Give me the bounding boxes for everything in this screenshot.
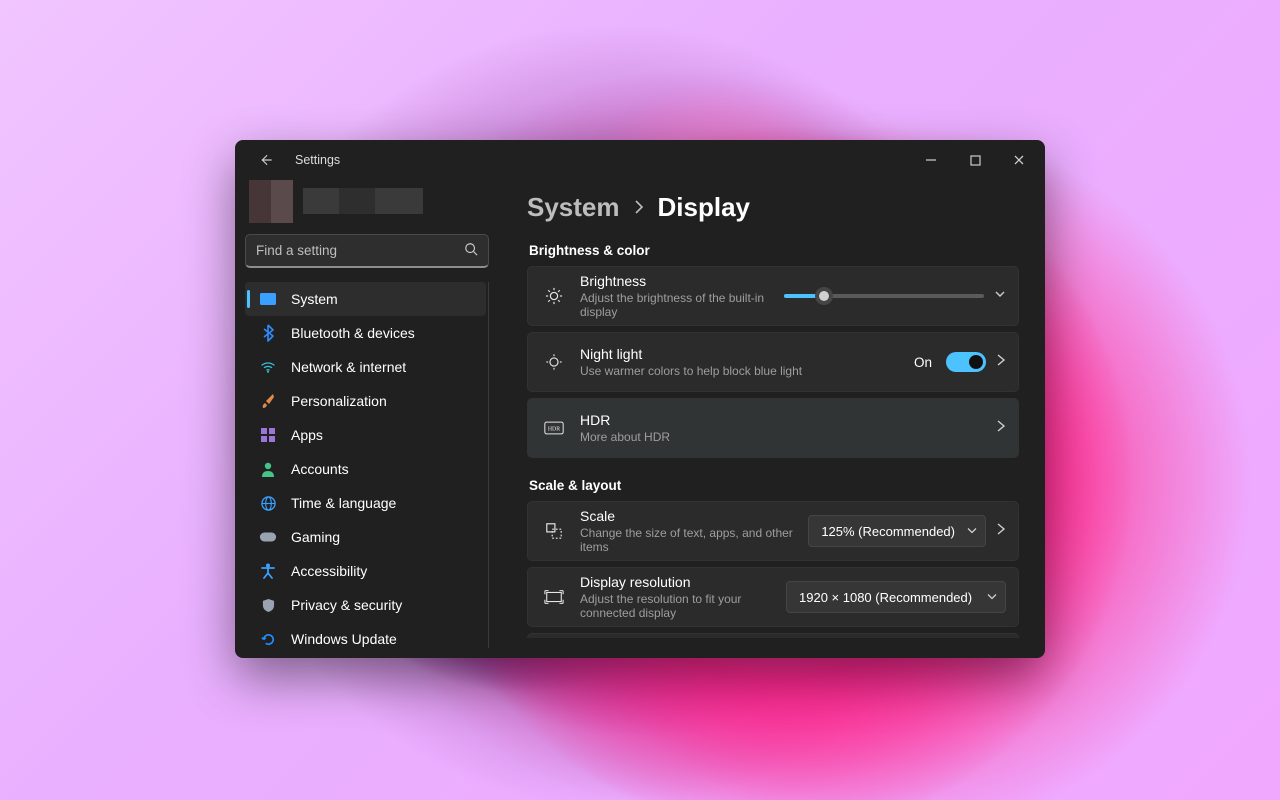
sidebar-item-label: Network & internet bbox=[291, 359, 406, 375]
sidebar-item-accounts[interactable]: Accounts bbox=[245, 452, 486, 486]
row-night-light[interactable]: Night light Use warmer colors to help bl… bbox=[527, 332, 1019, 392]
sidebar-item-privacy-security[interactable]: Privacy & security bbox=[245, 588, 486, 622]
search-icon bbox=[464, 242, 478, 259]
chevron-down-icon bbox=[987, 590, 997, 605]
row-title: Night light bbox=[580, 346, 900, 362]
row-title: Brightness bbox=[580, 273, 770, 289]
chevron-right-icon[interactable] bbox=[996, 419, 1006, 437]
sidebar-item-label: Windows Update bbox=[291, 631, 397, 647]
sidebar-item-accessibility[interactable]: Accessibility bbox=[245, 554, 486, 588]
row-subtitle: Adjust the brightness of the built-in di… bbox=[580, 291, 770, 319]
sun-icon bbox=[542, 287, 566, 305]
chevron-down-icon bbox=[967, 524, 977, 539]
close-button[interactable] bbox=[997, 140, 1041, 180]
breadcrumb-parent[interactable]: System bbox=[527, 192, 620, 223]
avatar bbox=[249, 180, 293, 223]
maximize-button[interactable] bbox=[953, 140, 997, 180]
back-button[interactable] bbox=[243, 140, 287, 180]
gamepad-icon bbox=[259, 531, 277, 543]
account-header[interactable] bbox=[245, 180, 489, 226]
row-orientation[interactable]: Display orientation Landscape bbox=[527, 633, 1019, 638]
sidebar-item-time-language[interactable]: Time & language bbox=[245, 486, 486, 520]
search-input[interactable] bbox=[256, 243, 464, 258]
row-scale[interactable]: Scale Change the size of text, apps, and… bbox=[527, 501, 1019, 561]
sidebar-item-network-internet[interactable]: Network & internet bbox=[245, 350, 486, 384]
brush-icon bbox=[259, 393, 277, 409]
night-light-toggle[interactable] bbox=[946, 352, 986, 372]
brightness-slider[interactable] bbox=[784, 286, 984, 306]
sidebar-item-personalization[interactable]: Personalization bbox=[245, 384, 486, 418]
sidebar-nav: System Bluetooth & devices Network & inter… bbox=[245, 282, 489, 648]
sidebar-item-system[interactable]: System bbox=[245, 282, 486, 316]
sidebar-item-label: Privacy & security bbox=[291, 597, 402, 613]
sidebar-item-label: Accessibility bbox=[291, 563, 367, 579]
scale-select[interactable]: 125% (Recommended) bbox=[808, 515, 986, 547]
chevron-down-icon[interactable] bbox=[994, 287, 1006, 305]
sidebar-item-label: Personalization bbox=[291, 393, 387, 409]
sidebar-item-label: Apps bbox=[291, 427, 323, 443]
row-subtitle: Change the size of text, apps, and other… bbox=[580, 526, 794, 554]
bluetooth-icon bbox=[259, 325, 277, 341]
account-name-redacted bbox=[303, 188, 423, 214]
main-panel: System Display Brightness & color bbox=[499, 180, 1045, 658]
accessibility-icon bbox=[259, 563, 277, 579]
breadcrumb: System Display bbox=[527, 180, 1027, 237]
globe-icon bbox=[259, 496, 277, 511]
update-icon bbox=[259, 632, 277, 647]
toggle-state-label: On bbox=[914, 355, 932, 370]
desktop-wallpaper: Settings bbox=[0, 0, 1280, 800]
resolution-select[interactable]: 1920 × 1080 (Recommended) bbox=[786, 581, 1006, 613]
scale-icon bbox=[542, 522, 566, 540]
row-brightness[interactable]: Brightness Adjust the brightness of the … bbox=[527, 266, 1019, 326]
sidebar-item-apps[interactable]: Apps bbox=[245, 418, 486, 452]
settings-scroll[interactable]: Brightness & color Brightness Adjust the… bbox=[527, 237, 1027, 638]
row-subtitle: Adjust the resolution to fit your connec… bbox=[580, 592, 772, 620]
select-value: 125% (Recommended) bbox=[821, 524, 955, 539]
minimize-button[interactable] bbox=[909, 140, 953, 180]
row-hdr[interactable]: HDR HDR More about HDR bbox=[527, 398, 1019, 458]
night-light-icon bbox=[542, 353, 566, 371]
row-title: HDR bbox=[580, 412, 982, 428]
row-subtitle: More about HDR bbox=[580, 430, 982, 444]
sidebar: System Bluetooth & devices Network & inter… bbox=[235, 180, 499, 658]
person-icon bbox=[259, 462, 277, 477]
sidebar-item-gaming[interactable]: Gaming bbox=[245, 520, 486, 554]
chevron-right-icon[interactable] bbox=[996, 353, 1006, 371]
group-label-brightness: Brightness & color bbox=[529, 243, 1019, 258]
row-title: Scale bbox=[580, 508, 794, 524]
settings-window: Settings bbox=[235, 140, 1045, 658]
row-resolution[interactable]: Display resolution Adjust the resolution… bbox=[527, 567, 1019, 627]
chevron-right-icon bbox=[634, 200, 644, 219]
resolution-icon bbox=[542, 589, 566, 605]
hdr-icon: HDR bbox=[542, 421, 566, 435]
sidebar-item-bluetooth-devices[interactable]: Bluetooth & devices bbox=[245, 316, 486, 350]
chevron-right-icon[interactable] bbox=[996, 522, 1006, 540]
select-value: 1920 × 1080 (Recommended) bbox=[799, 590, 972, 605]
sidebar-item-label: System bbox=[291, 291, 338, 307]
breadcrumb-current: Display bbox=[658, 192, 751, 223]
titlebar: Settings bbox=[235, 140, 1045, 180]
group-label-scale: Scale & layout bbox=[529, 478, 1019, 493]
sidebar-item-label: Bluetooth & devices bbox=[291, 325, 415, 341]
search-box[interactable] bbox=[245, 234, 489, 268]
sidebar-item-label: Accounts bbox=[291, 461, 349, 477]
apps-icon bbox=[259, 428, 277, 442]
row-subtitle: Use warmer colors to help block blue lig… bbox=[580, 364, 900, 378]
svg-text:HDR: HDR bbox=[548, 427, 560, 433]
sidebar-item-label: Gaming bbox=[291, 529, 340, 545]
shield-icon bbox=[259, 598, 277, 613]
sidebar-item-windows-update[interactable]: Windows Update bbox=[245, 622, 486, 648]
row-title: Display resolution bbox=[580, 574, 772, 590]
window-title: Settings bbox=[287, 153, 340, 167]
system-icon bbox=[259, 293, 277, 305]
wifi-icon bbox=[259, 360, 277, 374]
sidebar-item-label: Time & language bbox=[291, 495, 396, 511]
